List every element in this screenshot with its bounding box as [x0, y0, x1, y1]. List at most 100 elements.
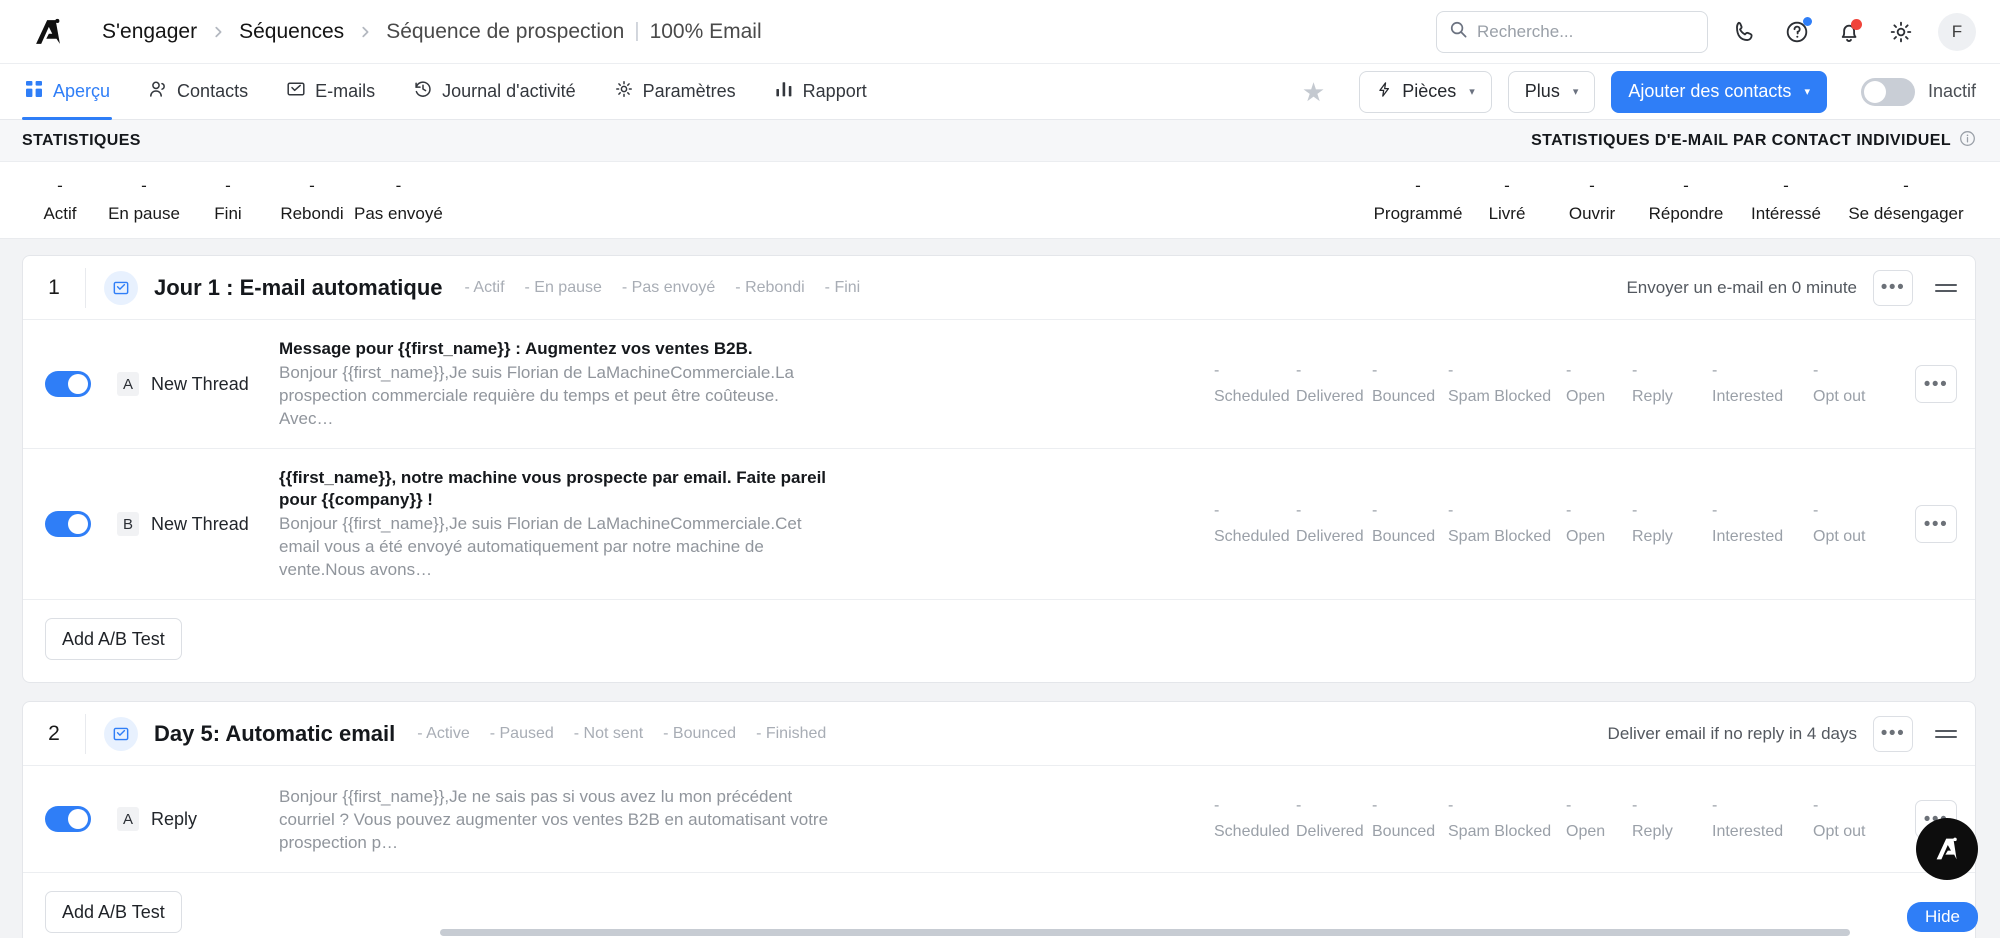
- step-chip-list: - Actif - En pause - Pas envoyé - Rebond…: [465, 279, 861, 297]
- avatar[interactable]: F: [1938, 12, 1976, 51]
- plus-button[interactable]: Plus ▾: [1507, 70, 1596, 113]
- stat-label: Scheduled: [1214, 823, 1290, 840]
- tab-journal-activite[interactable]: Journal d'activité: [411, 64, 578, 119]
- stat-label: Opt out: [1813, 528, 1866, 545]
- add-ab-test-button[interactable]: Add A/B Test: [45, 891, 182, 933]
- sequence-active-toggle[interactable]: [1860, 77, 1915, 106]
- breadcrumb: S'engager Séquences Séquence de prospect…: [102, 20, 762, 44]
- chevron-down-icon: ▾: [1804, 86, 1810, 98]
- stat-value: -: [1566, 362, 1572, 379]
- variant-stat-reply: - Reply: [1632, 362, 1712, 406]
- stat-value: -: [1448, 797, 1454, 814]
- gear-icon[interactable]: [1886, 17, 1916, 47]
- horizontal-scrollbar[interactable]: [440, 929, 1850, 936]
- breadcrumb-item-1[interactable]: Séquences: [239, 20, 344, 44]
- stat-label: Pas envoyé: [354, 204, 443, 223]
- variant-letter: B: [117, 512, 139, 536]
- stat-value: -: [57, 176, 63, 195]
- step-chip: - Fini: [824, 278, 861, 296]
- tab-contacts[interactable]: Contacts: [146, 64, 250, 119]
- variant-stat-reply: - Reply: [1632, 797, 1712, 841]
- search-box[interactable]: [1436, 10, 1708, 53]
- variant-stat-open: - Open: [1566, 362, 1632, 406]
- step-more-button[interactable]: •••: [1873, 269, 1913, 306]
- stats-right-title: STATISTIQUES D'E-MAIL PAR CONTACT INDIVI…: [1531, 131, 1951, 149]
- search-input[interactable]: [1477, 21, 1695, 42]
- step-header: 1 Jour 1 : E-mail automatique - Actif - …: [23, 256, 1975, 320]
- stat-label: Ouvrir: [1568, 204, 1616, 223]
- step-number: 1: [48, 275, 60, 299]
- toggle-knob: [68, 514, 88, 534]
- search-icon: [1449, 20, 1468, 44]
- stats-left-title: STATISTIQUES: [22, 131, 141, 149]
- variant-stat-delivered: - Delivered: [1296, 502, 1372, 546]
- add-contacts-button[interactable]: Ajouter des contacts ▾: [1611, 70, 1827, 113]
- variant-stat-open: - Open: [1566, 502, 1632, 546]
- chevron-down-icon: ▾: [1469, 86, 1475, 98]
- divider: [85, 267, 86, 308]
- variant-stat-scheduled: - Scheduled: [1214, 502, 1296, 546]
- stat-label: En pause: [108, 204, 180, 223]
- pieces-label: Pièces: [1402, 81, 1457, 101]
- brand-logo-icon: [1936, 837, 1957, 860]
- stat-value: -: [1214, 502, 1220, 519]
- variant-content[interactable]: Message pour {{first_name}} : Augmentez …: [279, 338, 835, 430]
- stat-value: -: [1372, 502, 1378, 519]
- variant-enable-toggle[interactable]: [45, 371, 91, 397]
- favorite-star-icon[interactable]: ★: [1302, 79, 1325, 105]
- hide-widget-button[interactable]: Hide: [1907, 902, 1978, 932]
- tab-apercu[interactable]: Aperçu: [22, 64, 113, 120]
- variant-subject: Message pour {{first_name}} : Augmentez …: [279, 339, 753, 358]
- add-ab-test-button[interactable]: Add A/B Test: [45, 618, 182, 660]
- variant-more-button[interactable]: •••: [1915, 505, 1957, 543]
- stat-label: Programmé: [1373, 204, 1463, 223]
- tab-label: Paramètres: [642, 81, 736, 101]
- envelope-check-icon: [104, 270, 138, 305]
- stat-value: -: [1813, 502, 1819, 519]
- stat-value: -: [1214, 797, 1220, 814]
- variant-stat-bounced: - Bounced: [1372, 362, 1448, 406]
- tab-emails[interactable]: E-mails: [284, 64, 377, 119]
- tab-rapport[interactable]: Rapport: [772, 64, 869, 119]
- sequence-steps: 1 Jour 1 : E-mail automatique - Actif - …: [0, 239, 2000, 938]
- breadcrumb-item-0[interactable]: S'engager: [102, 20, 197, 44]
- variant-content[interactable]: Bonjour {{first_name}},Je ne sais pas si…: [279, 784, 835, 854]
- variant-stat-interested: - Interested: [1712, 797, 1813, 841]
- variant-stats: - Scheduled - Delivered - Bounced - Spam…: [1214, 502, 1887, 546]
- step-chip: - Finished: [756, 724, 827, 742]
- stat-label: Open: [1566, 528, 1606, 545]
- step-drag-handle[interactable]: [1929, 283, 1957, 292]
- stat-label: Delivered: [1296, 388, 1364, 405]
- stat-label: Actif: [43, 204, 77, 223]
- variant-stat-opt-out: - Opt out: [1813, 362, 1887, 406]
- info-icon[interactable]: [1959, 130, 1976, 152]
- pieces-button[interactable]: Pièces ▾: [1359, 70, 1492, 113]
- stat-value: -: [1296, 797, 1302, 814]
- breadcrumb-suffix: 100% Email: [649, 19, 762, 43]
- variant-stat-delivered: - Delivered: [1296, 797, 1372, 841]
- support-widget-button[interactable]: [1916, 818, 1978, 880]
- step-more-button[interactable]: •••: [1873, 715, 1913, 752]
- stat-value: -: [1683, 176, 1689, 195]
- bell-icon[interactable]: [1834, 17, 1864, 47]
- breadcrumb-item-2[interactable]: Séquence de prospection: [386, 20, 624, 44]
- help-notification-dot: [1803, 16, 1812, 26]
- stats-right-title-wrap: STATISTIQUES D'E-MAIL PAR CONTACT INDIVI…: [1531, 130, 1976, 152]
- help-icon[interactable]: [1782, 16, 1812, 47]
- tab-label: E-mails: [315, 81, 376, 101]
- step-chip: - Paused: [489, 724, 554, 742]
- step-chip: - Rebondi: [735, 278, 805, 296]
- variant-enable-toggle[interactable]: [45, 511, 91, 537]
- brand-logo-icon[interactable]: [20, 15, 76, 49]
- variant-content[interactable]: {{first_name}}, notre machine vous prosp…: [279, 467, 835, 581]
- phone-icon[interactable]: [1730, 17, 1760, 47]
- top-header: S'engager Séquences Séquence de prospect…: [0, 0, 2000, 64]
- step-drag-handle[interactable]: [1929, 729, 1957, 738]
- chevron-right-icon: [211, 25, 225, 39]
- variant-enable-toggle[interactable]: [45, 806, 91, 832]
- stat-label: Opt out: [1813, 388, 1866, 405]
- stat-label: Spam Blocked: [1448, 528, 1552, 545]
- variant-more-button[interactable]: •••: [1915, 365, 1957, 403]
- variant-preview: Bonjour {{first_name}},Je ne sais pas si…: [279, 787, 829, 852]
- tab-parametres[interactable]: Paramètres: [612, 64, 738, 119]
